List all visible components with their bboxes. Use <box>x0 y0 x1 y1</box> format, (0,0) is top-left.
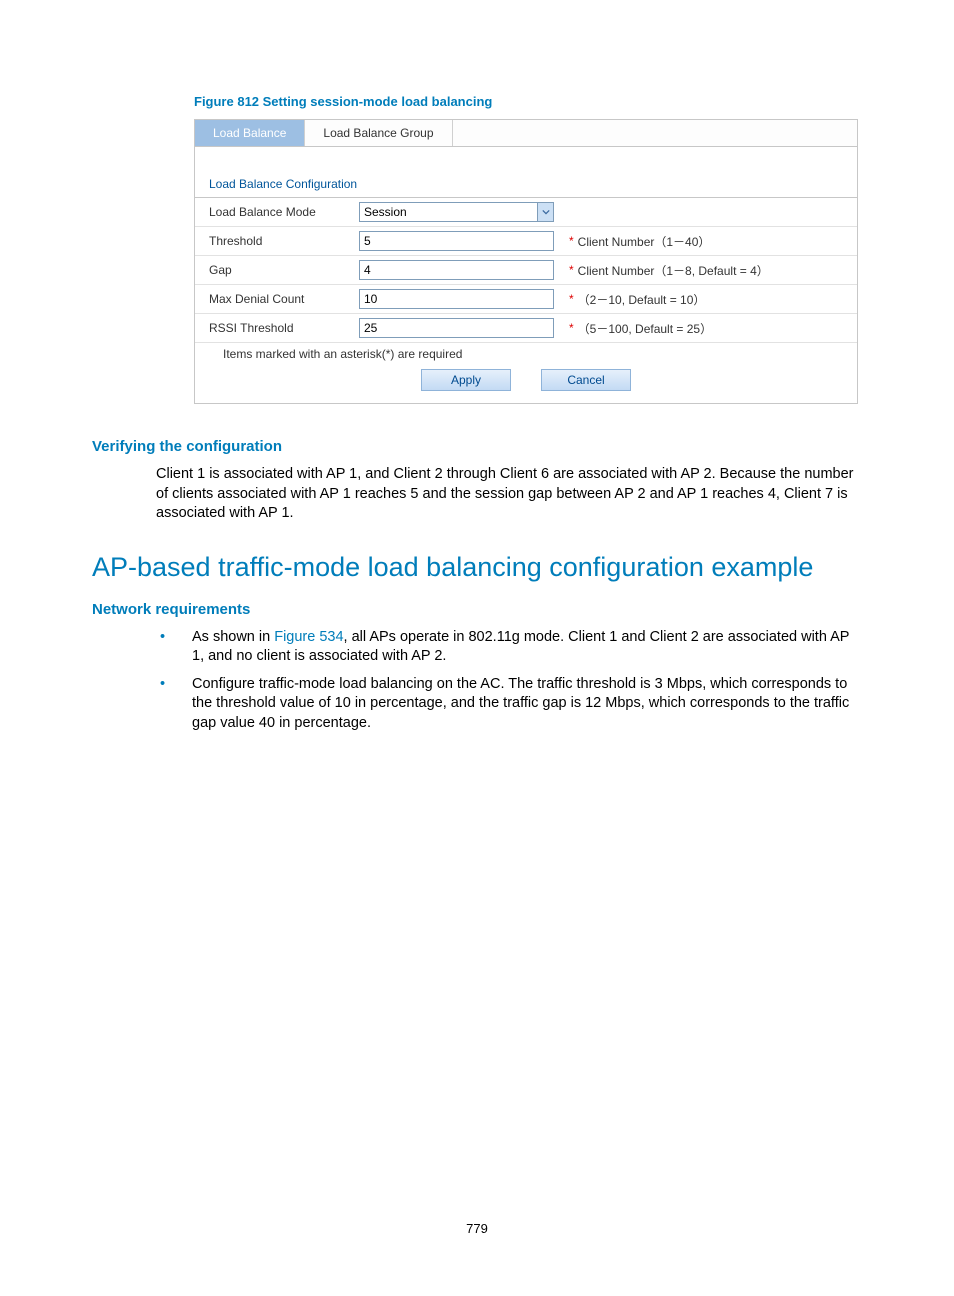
cancel-button[interactable]: Cancel <box>541 369 631 391</box>
hint-gap: * Client Number（1－8, Default = 4） <box>569 262 769 279</box>
heading-network-req: Network requirements <box>92 601 862 618</box>
list-item: As shown in Figure 534, all APs operate … <box>192 628 862 667</box>
heading-verifying: Verifying the configuration <box>92 438 862 455</box>
list-item: Configure traffic-mode load balancing on… <box>192 675 862 734</box>
required-asterisk: * <box>569 263 574 277</box>
row-mode: Load Balance Mode Session <box>195 198 857 227</box>
select-mode-value: Session <box>364 205 407 219</box>
required-asterisk: * <box>569 234 574 248</box>
select-mode[interactable]: Session <box>359 202 554 222</box>
required-asterisk: * <box>569 321 574 335</box>
input-gap[interactable] <box>359 260 554 280</box>
requirements-list: As shown in Figure 534, all APs operate … <box>192 628 862 734</box>
figure-link[interactable]: Figure 534 <box>274 629 343 645</box>
chevron-down-icon[interactable] <box>537 203 553 221</box>
label-gap: Gap <box>209 263 359 277</box>
tab-row: Load Balance Load Balance Group <box>195 120 857 147</box>
apply-button[interactable]: Apply <box>421 369 511 391</box>
row-threshold: Threshold * Client Number（1－40） <box>195 227 857 256</box>
heading-ap-traffic: AP-based traffic-mode load balancing con… <box>92 552 862 583</box>
row-max-denial: Max Denial Count * （2－10, Default = 10） <box>195 285 857 314</box>
label-mode: Load Balance Mode <box>209 205 359 219</box>
label-rssi: RSSI Threshold <box>209 321 359 335</box>
page-number: 779 <box>0 1221 954 1236</box>
verify-paragraph: Client 1 is associated with AP 1, and Cl… <box>156 465 862 524</box>
required-note: Items marked with an asterisk(*) are req… <box>195 343 857 361</box>
input-threshold[interactable] <box>359 231 554 251</box>
button-row: Apply Cancel <box>195 361 857 395</box>
config-screenshot: Load Balance Load Balance Group Load Bal… <box>194 119 858 404</box>
label-max-denial: Max Denial Count <box>209 292 359 306</box>
row-rssi: RSSI Threshold * （5－100, Default = 25） <box>195 314 857 343</box>
label-threshold: Threshold <box>209 234 359 248</box>
figure-caption: Figure 812 Setting session-mode load bal… <box>194 94 862 109</box>
tab-load-balance[interactable]: Load Balance <box>195 120 305 146</box>
config-section-title: Load Balance Configuration <box>195 157 857 198</box>
input-rssi[interactable] <box>359 318 554 338</box>
hint-threshold: * Client Number（1－40） <box>569 233 710 250</box>
hint-rssi: * （5－100, Default = 25） <box>569 320 712 337</box>
required-asterisk: * <box>569 292 574 306</box>
hint-max-denial: * （2－10, Default = 10） <box>569 291 705 308</box>
input-max-denial[interactable] <box>359 289 554 309</box>
row-gap: Gap * Client Number（1－8, Default = 4） <box>195 256 857 285</box>
tab-load-balance-group[interactable]: Load Balance Group <box>305 120 452 146</box>
